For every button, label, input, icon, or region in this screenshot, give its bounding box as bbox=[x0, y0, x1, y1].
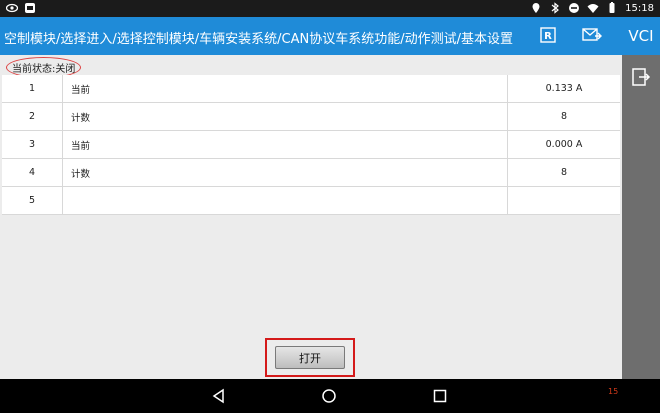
report-icon[interactable]: R bbox=[540, 27, 556, 43]
location-icon bbox=[532, 3, 540, 13]
main-content: 当前状态:关闭 1 当前 0.133 A 2 计数 8 3 当前 0.000 A… bbox=[0, 55, 622, 379]
app-notification-icon bbox=[25, 3, 35, 13]
wifi-icon bbox=[587, 4, 599, 13]
row-value: 8 bbox=[507, 158, 620, 187]
row-value: 8 bbox=[507, 102, 620, 131]
row-name: 当前 bbox=[62, 130, 508, 159]
row-name: 当前 bbox=[62, 75, 508, 103]
recent-apps-icon[interactable] bbox=[432, 388, 448, 404]
corner-number: 15 bbox=[608, 387, 619, 396]
navigation-bar: 15 bbox=[0, 379, 660, 413]
breadcrumb: 空制模块/选择进入/选择控制模块/车辆安装系统/CAN协议车系统功能/动作测试/… bbox=[4, 32, 513, 47]
row-value: 0.000 A bbox=[507, 130, 620, 159]
open-button-highlight: 打开 bbox=[265, 338, 355, 377]
battery-icon bbox=[609, 2, 615, 13]
table-row: 1 当前 0.133 A bbox=[2, 75, 620, 103]
home-icon[interactable] bbox=[321, 388, 337, 404]
open-button[interactable]: 打开 bbox=[275, 346, 345, 369]
row-value: 0.133 A bbox=[507, 75, 620, 103]
do-not-disturb-icon bbox=[569, 3, 580, 13]
bluetooth-icon bbox=[551, 2, 560, 14]
vci-label[interactable]: VCI bbox=[622, 17, 660, 55]
back-icon[interactable] bbox=[211, 388, 227, 404]
table-row: 3 当前 0.000 A bbox=[2, 130, 620, 159]
header: 空制模块/选择进入/选择控制模块/车辆安装系统/CAN协议车系统功能/动作测试/… bbox=[0, 17, 622, 55]
svg-text:R: R bbox=[544, 31, 552, 42]
data-table: 1 当前 0.133 A 2 计数 8 3 当前 0.000 A 4 计数 8 … bbox=[2, 75, 620, 215]
table-row: 5 bbox=[2, 186, 620, 215]
row-index: 1 bbox=[2, 75, 63, 103]
row-name bbox=[62, 186, 508, 215]
table-row: 2 计数 8 bbox=[2, 102, 620, 131]
send-mail-icon[interactable] bbox=[582, 27, 602, 43]
exit-icon[interactable] bbox=[631, 67, 651, 87]
row-value bbox=[507, 186, 620, 215]
row-index: 2 bbox=[2, 102, 63, 131]
table-row: 4 计数 8 bbox=[2, 158, 620, 187]
eye-icon bbox=[6, 3, 18, 13]
side-panel: VCI bbox=[622, 17, 660, 379]
status-bar: 15:18 bbox=[0, 0, 660, 17]
row-name: 计数 bbox=[62, 158, 508, 187]
row-index: 3 bbox=[2, 130, 63, 159]
row-index: 5 bbox=[2, 186, 63, 215]
row-index: 4 bbox=[2, 158, 63, 187]
status-time: 15:18 bbox=[625, 2, 654, 14]
row-name: 计数 bbox=[62, 102, 508, 131]
